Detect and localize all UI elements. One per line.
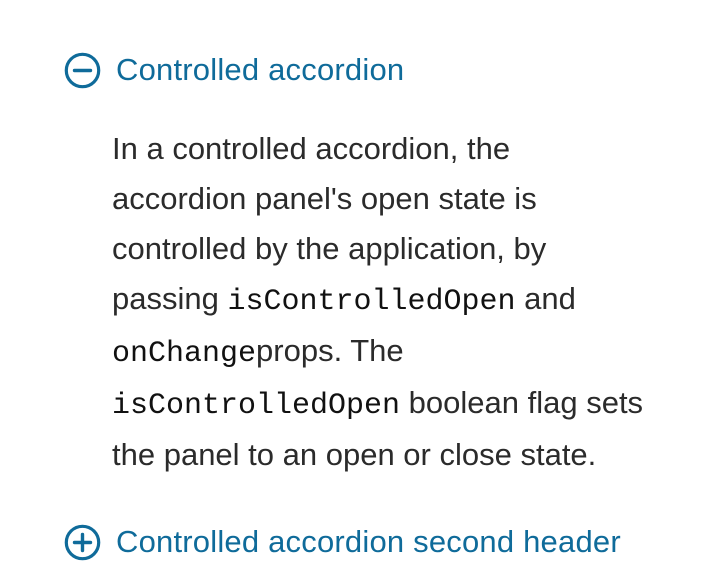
accordion-header-controlled[interactable]: Controlled accordion [64,50,404,90]
panel-text: boolean flag sets [400,385,644,420]
panel-text-line: isControlledOpen boolean flag sets [112,378,712,430]
panel-text: passing [112,281,228,316]
plus-circle-icon [64,524,101,561]
panel-text-line: passing isControlledOpen and [112,274,712,326]
panel-text-line: onChangeprops. The [112,326,712,378]
panel-text-line: In a controlled accordion, the [112,131,511,166]
code-is-controlled-open: isControlledOpen [112,389,401,423]
accordion-panel: In a controlled accordion, the accordion… [112,124,712,480]
accordion-header-label: Controlled accordion [116,52,405,87]
code-on-change: onChange [112,337,257,371]
controlled-accordion: Controlled accordion In a controlled acc… [0,0,718,580]
panel-text-line: accordion panel's open state is [112,181,537,216]
panel-text: and [515,281,576,316]
accordion-header-label: Controlled accordion second header [116,524,621,559]
panel-text-line: the panel to an open or close state. [112,437,597,472]
panel-text: props. The [256,333,404,368]
accordion-header-controlled-second[interactable]: Controlled accordion second header [64,522,621,562]
minus-circle-icon [64,52,101,89]
code-is-controlled-open: isControlledOpen [227,285,516,319]
panel-text-line: controlled by the application, by [112,231,547,266]
